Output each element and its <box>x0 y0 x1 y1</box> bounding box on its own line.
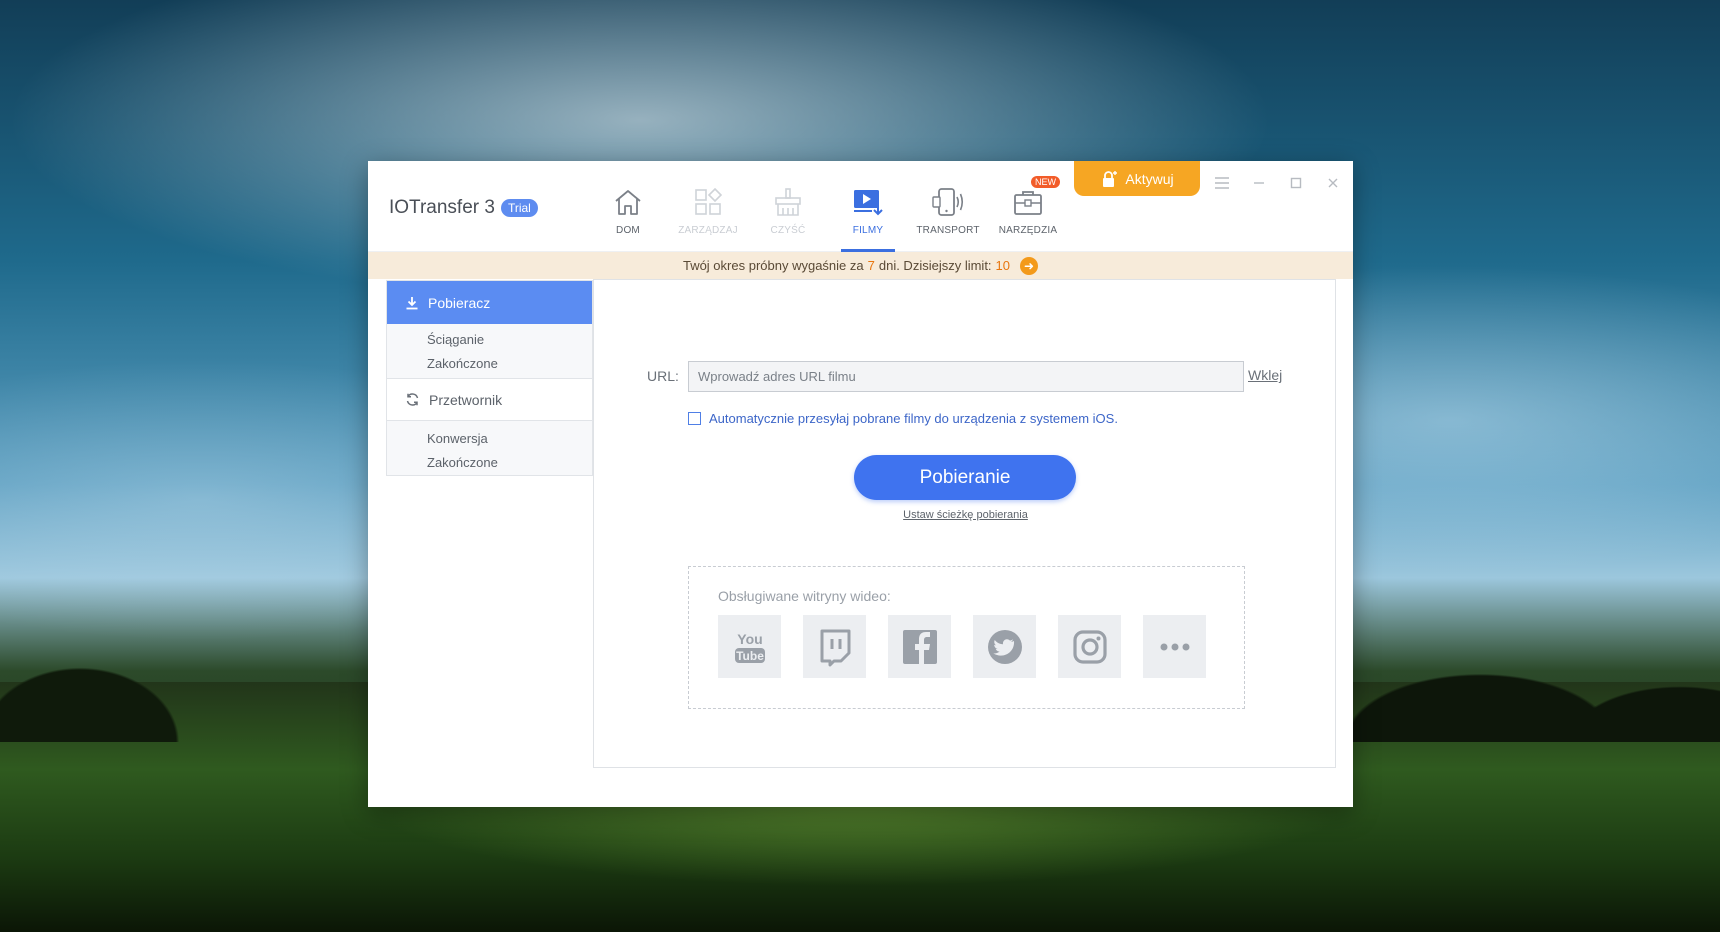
site-icon-list: You Tube <box>718 615 1206 678</box>
nav-manage[interactable]: ZARZĄDZAJ <box>668 161 748 252</box>
youtube-icon: You Tube <box>734 631 765 663</box>
maximize-button[interactable] <box>1283 172 1309 194</box>
site-instagram[interactable] <box>1058 615 1121 678</box>
paste-link[interactable]: Wklej <box>1248 367 1282 383</box>
trial-notice-prefix: Twój okres próbny wygaśnie za <box>682 258 864 273</box>
trial-notice-bar: Twój okres próbny wygaśnie za 7 dni. Dzi… <box>368 252 1353 279</box>
supported-sites-title: Obsługiwane witryny wideo: <box>718 588 891 604</box>
more-icon <box>1160 643 1189 650</box>
clean-icon <box>775 188 801 216</box>
app-window: IOTransfer 3 Trial DOM ZARZĄDZAJ CZYŚĆ F… <box>368 161 1353 807</box>
nav-manage-label: ZARZĄDZAJ <box>678 225 738 236</box>
site-twitch[interactable] <box>803 615 866 678</box>
app-name: IOTransfer 3 <box>389 197 495 218</box>
close-icon <box>1328 178 1338 188</box>
sidebar-item-downloading[interactable]: Ściąganie <box>427 332 484 347</box>
set-path-link-row: Ustaw ścieżkę pobierania <box>594 509 1337 521</box>
maximize-icon <box>1290 177 1302 189</box>
main-content: URL: Wklej Automatycznie przesyłaj pobra… <box>593 279 1336 768</box>
url-label: URL: <box>647 368 679 384</box>
sidebar: Pobieracz Ściąganie Zakończone Przetworn… <box>386 280 593 476</box>
video-download-icon <box>854 190 883 216</box>
title-bar: IOTransfer 3 Trial DOM ZARZĄDZAJ CZYŚĆ F… <box>368 161 1353 252</box>
arrow-right-icon[interactable]: ➜ <box>1020 256 1039 275</box>
app-title: IOTransfer 3 Trial <box>389 197 538 219</box>
twitter-icon <box>987 629 1022 664</box>
phone-transfer-icon <box>932 188 964 216</box>
activate-label: Aktywuj <box>1125 170 1174 187</box>
nav-videos[interactable]: FILMY <box>828 161 908 252</box>
main-nav: DOM ZARZĄDZAJ CZYŚĆ FILMY TRANSPORT NEW … <box>588 161 1068 252</box>
set-download-path-link[interactable]: Ustaw ścieżkę pobierania <box>903 509 1028 521</box>
nav-home-label: DOM <box>616 225 640 236</box>
svg-text:Tube: Tube <box>736 649 764 663</box>
lock-icon <box>1103 170 1118 187</box>
nav-transfer-label: TRANSPORT <box>916 225 980 236</box>
trial-days: 7 <box>867 258 875 273</box>
menu-button[interactable] <box>1209 172 1235 194</box>
svg-text:You: You <box>737 631 762 647</box>
trial-notice-middle: dni. Dzisiejszy limit: <box>878 258 992 273</box>
instagram-icon <box>1072 629 1107 664</box>
auto-transfer-label: Automatycznie przesyłaj pobrane filmy do… <box>709 411 1118 426</box>
sidebar-item-download-completed[interactable]: Zakończone <box>427 356 498 371</box>
close-button[interactable] <box>1320 172 1346 194</box>
download-button[interactable]: Pobieranie <box>854 455 1076 500</box>
nav-tools-label: NARZĘDZIA <box>998 225 1058 236</box>
sidebar-item-converter[interactable]: Przetwornik <box>387 378 592 421</box>
trial-badge: Trial <box>500 199 538 217</box>
toolbox-icon <box>1014 191 1042 215</box>
nav-transfer[interactable]: TRANSPORT <box>908 161 988 252</box>
nav-clean-label: CZYŚĆ <box>770 225 806 236</box>
site-twitter[interactable] <box>973 615 1036 678</box>
auto-transfer-option[interactable]: Automatycznie przesyłaj pobrane filmy do… <box>688 411 1118 426</box>
auto-transfer-checkbox[interactable] <box>688 412 701 425</box>
sidebar-item-converter-label: Przetwornik <box>429 391 503 408</box>
sidebar-item-downloader[interactable]: Pobieracz <box>387 281 592 324</box>
site-facebook[interactable] <box>888 615 951 678</box>
nav-home[interactable]: DOM <box>588 161 668 252</box>
site-more[interactable] <box>1143 615 1206 678</box>
trial-limit: 10 <box>995 258 1011 273</box>
new-badge: NEW <box>1031 176 1060 188</box>
nav-clean[interactable]: CZYŚĆ <box>748 161 828 252</box>
sidebar-item-conversion-completed[interactable]: Zakończone <box>427 455 498 470</box>
hamburger-icon <box>1215 177 1229 189</box>
url-input[interactable] <box>688 361 1244 392</box>
minimize-button[interactable] <box>1246 172 1272 194</box>
sidebar-item-downloader-label: Pobieracz <box>428 294 491 311</box>
activate-button[interactable]: Aktywuj <box>1074 161 1200 196</box>
site-youtube[interactable]: You Tube <box>718 615 781 678</box>
nav-videos-label: FILMY <box>852 225 884 236</box>
sidebar-item-conversion[interactable]: Konwersja <box>427 431 488 446</box>
twitch-icon <box>820 629 850 666</box>
supported-sites-box: Obsługiwane witryny wideo: You Tube <box>688 566 1245 709</box>
refresh-icon <box>406 393 419 406</box>
minimize-icon <box>1254 182 1264 184</box>
manage-icon <box>695 187 723 215</box>
facebook-icon <box>902 629 937 664</box>
nav-tools[interactable]: NEW NARZĘDZIA <box>988 161 1068 252</box>
download-icon <box>406 296 418 309</box>
home-icon <box>615 190 641 215</box>
